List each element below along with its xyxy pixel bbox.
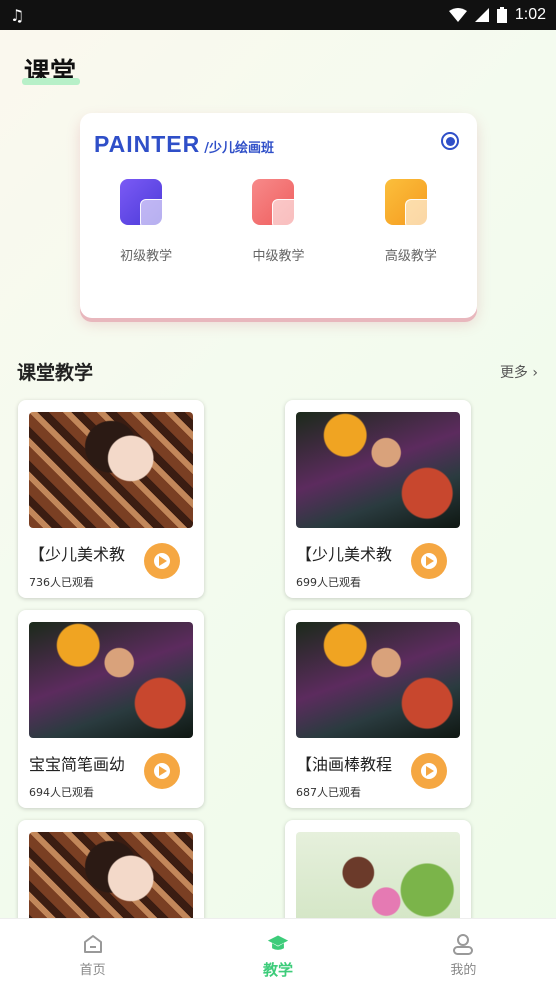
level-label: 高级教学	[384, 249, 437, 264]
course-card[interactable]: 【油画棒教程 687人已观看	[285, 610, 471, 808]
course-card[interactable]: 宝宝简笔画幼 694人已观看	[18, 610, 204, 808]
course-views: 736人已观看	[29, 576, 94, 589]
home-icon	[82, 933, 104, 955]
brand: PAINTER /少儿绘画班	[94, 131, 274, 158]
tab-label: 我的	[450, 963, 477, 978]
course-title: 【少儿美术教	[29, 545, 126, 564]
notebook-icon	[384, 179, 437, 231]
user-icon	[452, 933, 474, 955]
music-note-icon: ♫	[10, 5, 25, 25]
course-card[interactable]: 【少儿美术教 736人已观看	[18, 400, 204, 598]
course-thumbnail	[296, 622, 460, 738]
course-level-card: PAINTER /少儿绘画班 初级教学 中级教学 高级教学	[80, 113, 477, 318]
course-thumbnail	[29, 412, 193, 528]
bottom-tab-bar: 首页 教学 我的	[0, 918, 556, 989]
graduation-cap-icon	[267, 933, 289, 955]
more-link[interactable]: 更多 ›	[500, 362, 538, 382]
level-intermediate[interactable]: 中级教学	[212, 179, 344, 264]
course-views: 687人已观看	[296, 786, 361, 799]
course-card[interactable]: 【少儿美术教 699人已观看	[285, 400, 471, 598]
course-title: 【少儿美术教	[296, 545, 393, 564]
book-icon	[120, 179, 172, 231]
section-title: 课堂教学	[17, 362, 94, 384]
battery-icon	[496, 7, 507, 23]
play-icon[interactable]	[411, 543, 447, 579]
level-beginner[interactable]: 初级教学	[80, 179, 212, 264]
course-title: 【油画棒教程	[296, 755, 393, 774]
tab-label: 首页	[79, 963, 106, 978]
course-views: 699人已观看	[296, 576, 361, 589]
course-thumbnail	[29, 622, 193, 738]
radio-selected-icon[interactable]	[441, 132, 459, 150]
title-underline	[22, 78, 80, 85]
tab-mine[interactable]: 我的	[371, 919, 556, 989]
level-label: 初级教学	[120, 249, 173, 264]
clock: 1:02	[514, 6, 546, 23]
play-icon[interactable]	[144, 543, 180, 579]
signal-icon	[474, 8, 489, 22]
book-open-icon	[252, 179, 304, 231]
course-title: 宝宝简笔画幼	[29, 755, 126, 774]
tab-label: 教学	[262, 961, 293, 979]
tab-teaching[interactable]: 教学	[185, 919, 370, 989]
wifi-icon	[448, 8, 467, 22]
brand-name: PAINTER	[94, 131, 201, 157]
course-views: 694人已观看	[29, 786, 94, 799]
brand-subtitle: /少儿绘画班	[204, 141, 274, 156]
play-icon[interactable]	[411, 753, 447, 789]
play-icon[interactable]	[144, 753, 180, 789]
tab-home[interactable]: 首页	[0, 919, 185, 989]
level-label: 中级教学	[252, 249, 305, 264]
level-advanced[interactable]: 高级教学	[345, 179, 477, 264]
course-thumbnail	[296, 412, 460, 528]
status-bar: ♫ 1:02	[0, 0, 556, 30]
